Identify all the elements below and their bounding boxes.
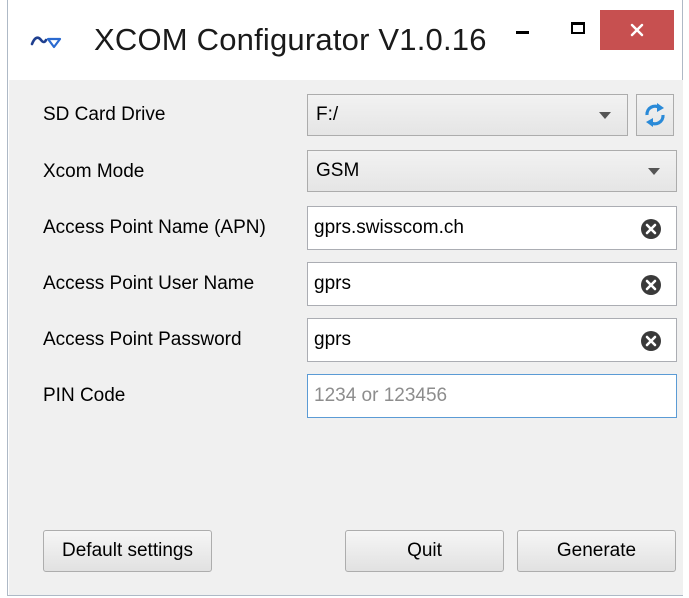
chevron-down-icon [648, 168, 660, 175]
maximize-button[interactable] [556, 6, 600, 50]
apn-label: Access Point Name (APN) [43, 217, 266, 238]
clear-icon[interactable] [640, 274, 662, 296]
clear-icon[interactable] [640, 330, 662, 352]
sd-card-drive-select[interactable]: F:/ [307, 94, 628, 136]
ap-password-input[interactable] [314, 327, 634, 353]
default-settings-button[interactable]: Default settings [43, 530, 212, 572]
maximize-icon [571, 22, 585, 34]
apn-field-box [307, 206, 677, 250]
minimize-icon [515, 30, 529, 34]
refresh-button[interactable] [636, 94, 674, 136]
refresh-icon [645, 103, 665, 127]
xcom-mode-select[interactable]: GSM [307, 150, 677, 192]
app-logo-icon [30, 36, 62, 49]
chevron-down-icon [599, 112, 611, 119]
apn-input[interactable] [314, 215, 634, 241]
xcom-mode-value: GSM [316, 160, 360, 181]
ap-user-label: Access Point User Name [43, 273, 255, 294]
close-icon [630, 23, 644, 37]
xcom-mode-label: Xcom Mode [43, 161, 145, 182]
pin-input[interactable] [314, 383, 634, 409]
minimize-button[interactable] [500, 6, 544, 50]
close-button[interactable] [600, 10, 674, 50]
ap-user-field-box [307, 262, 677, 306]
form-panel: SD Card Drive F:/ Xcom Mode GSM Access P… [9, 80, 683, 595]
ap-user-input[interactable] [314, 271, 634, 297]
app-window: XCOM Configurator V1.0.16 SD Card Drive … [7, 0, 683, 596]
generate-button[interactable]: Generate [517, 530, 676, 572]
pin-field-box [307, 374, 677, 418]
quit-button[interactable]: Quit [345, 530, 504, 572]
sd-card-drive-value: F:/ [316, 104, 339, 125]
window-title: XCOM Configurator V1.0.16 [94, 22, 487, 57]
sd-card-drive-label: SD Card Drive [43, 104, 166, 125]
ap-password-field-box [307, 318, 677, 362]
title-bar[interactable]: XCOM Configurator V1.0.16 [8, 0, 682, 80]
pin-label: PIN Code [43, 385, 126, 406]
ap-password-label: Access Point Password [43, 329, 242, 350]
clear-icon[interactable] [640, 218, 662, 240]
